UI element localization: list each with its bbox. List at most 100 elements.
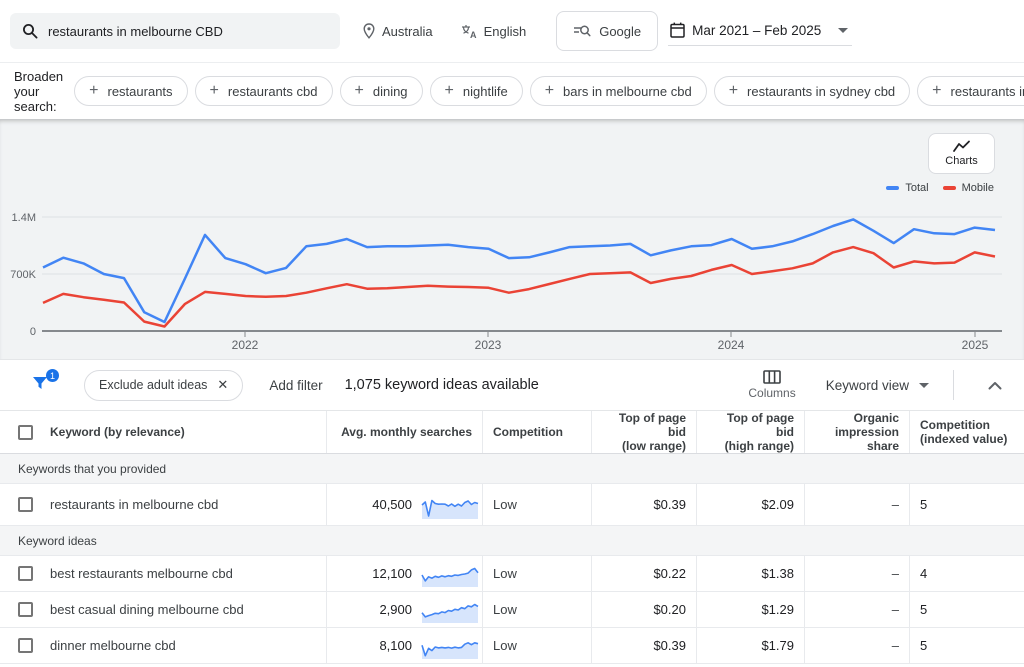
section-provided-keywords: Keywords that you provided — [0, 454, 1024, 484]
chip-label: dining — [373, 84, 408, 99]
competition-cell: Low — [483, 592, 592, 627]
header-top-bid-high[interactable]: Top of page bid (high range) — [697, 411, 805, 453]
search-icon — [22, 23, 38, 39]
top-bid-high-cell: $1.29 — [697, 592, 805, 627]
collapse-section-button[interactable] — [980, 377, 1010, 394]
trend-sparkline[interactable] — [421, 632, 479, 660]
location-label: Australia — [382, 24, 433, 39]
broaden-chip-dining[interactable]: + dining — [340, 76, 423, 106]
competition-index-cell: 4 — [910, 556, 1024, 591]
header-competition[interactable]: Competition — [483, 411, 592, 453]
header-keyword: Keyword (by relevance) — [0, 411, 327, 453]
table-row[interactable]: restaurants in melbourne cbd 40,500 Low … — [0, 484, 1024, 526]
charts-toggle-button[interactable]: Charts — [928, 133, 995, 174]
broaden-label: Broaden your search: — [14, 69, 63, 114]
language-selector[interactable]: A English — [461, 24, 527, 39]
legend-item-total[interactable]: Total — [886, 182, 928, 194]
network-label: Google — [599, 24, 641, 39]
broaden-chip-sydney[interactable]: + restaurants in sydney cbd — [714, 76, 910, 106]
plus-icon: + — [545, 83, 554, 99]
keyword-view-dropdown[interactable]: Keyword view — [826, 378, 929, 393]
table-row[interactable]: best casual dining melbourne cbd 2,900 L… — [0, 592, 1024, 628]
header-competition-index[interactable]: Competition (indexed value) — [910, 411, 1024, 453]
chip-label: restaurants in perth cbd — [951, 84, 1024, 99]
keyword-text: best casual dining melbourne cbd — [50, 602, 244, 617]
avg-searches-value: 2,900 — [379, 602, 412, 617]
header-organic-share[interactable]: Organic impression share — [805, 411, 910, 453]
row-checkbox[interactable] — [18, 638, 33, 653]
trend-chart: 1.4M 700K 0 2022 2023 2024 2025 — [0, 120, 1024, 361]
table-row[interactable]: best restaurants melbourne cbd 12,100 Lo… — [0, 556, 1024, 592]
chevron-down-icon — [838, 28, 848, 33]
columns-button[interactable]: Columns — [748, 370, 795, 400]
select-all-checkbox[interactable] — [18, 425, 33, 440]
trend-sparkline[interactable] — [421, 596, 479, 624]
top-bid-low-cell: $0.39 — [592, 484, 697, 525]
header-top-bid-low[interactable]: Top of page bid (low range) — [592, 411, 697, 453]
location-selector[interactable]: Australia — [362, 23, 433, 39]
search-input[interactable] — [48, 24, 328, 39]
avg-searches-cell: 40,500 — [327, 484, 483, 525]
avg-searches-cell: 12,100 — [327, 556, 483, 591]
section-keyword-ideas: Keyword ideas — [0, 526, 1024, 556]
charts-button-label: Charts — [945, 155, 977, 167]
keyword-search-box[interactable] — [10, 13, 340, 49]
broaden-chip-restaurants[interactable]: + restaurants — [74, 76, 187, 106]
broaden-search-bar: Broaden your search: + restaurants + res… — [0, 62, 1024, 119]
chart-legend: Total Mobile — [886, 182, 994, 194]
table-row[interactable]: dinner melbourne cbd 8,100 Low $0.39 $1.… — [0, 628, 1024, 664]
line-chart-icon — [952, 140, 972, 153]
top-bid-high-cell: $2.09 — [697, 484, 805, 525]
x-tick-2023: 2023 — [475, 338, 502, 352]
y-tick-max: 1.4M — [12, 212, 36, 224]
row-checkbox[interactable] — [18, 497, 33, 512]
add-filter-button[interactable]: Add filter — [269, 378, 322, 393]
row-checkbox[interactable] — [18, 602, 33, 617]
date-range-label: Mar 2021 – Feb 2025 — [692, 23, 821, 38]
chevron-up-icon — [988, 381, 1002, 390]
language-label: English — [484, 24, 527, 39]
broaden-chip-restaurants-cbd[interactable]: + restaurants cbd — [195, 76, 333, 106]
organic-share-cell: – — [805, 628, 910, 663]
row-checkbox[interactable] — [18, 566, 33, 581]
close-icon[interactable]: ✕ — [217, 377, 228, 393]
search-network-button[interactable]: Google — [556, 11, 658, 51]
organic-share-cell: – — [805, 484, 910, 525]
filter-count-badge: 1 — [46, 369, 59, 382]
trend-sparkline[interactable] — [421, 490, 479, 520]
broaden-chip-nightlife[interactable]: + nightlife — [430, 76, 523, 106]
top-bar: Australia A English Google — [0, 0, 1024, 62]
legend-mobile-label: Mobile — [962, 182, 994, 194]
keyword-cell: dinner melbourne cbd — [0, 628, 327, 663]
header-keyword-label: Keyword (by relevance) — [50, 425, 185, 439]
mobile-swatch — [943, 186, 956, 190]
x-tick-2022: 2022 — [232, 338, 259, 352]
mobile-series-line — [43, 247, 995, 326]
plus-icon: + — [729, 83, 738, 99]
legend-item-mobile[interactable]: Mobile — [943, 182, 994, 194]
keywords-table: Keyword (by relevance) Avg. monthly sear… — [0, 410, 1024, 664]
competition-cell: Low — [483, 628, 592, 663]
top-bid-low-cell: $0.22 — [592, 556, 697, 591]
header-avg-monthly-searches[interactable]: Avg. monthly searches — [327, 411, 483, 453]
plus-icon: + — [89, 83, 98, 99]
filter-funnel-button[interactable]: 1 — [30, 372, 56, 398]
trend-chart-section: 1.4M 700K 0 2022 2023 2024 2025 Charts T… — [0, 119, 1024, 360]
table-controls: Columns Keyword view — [748, 370, 1010, 400]
date-range-selector[interactable]: Mar 2021 – Feb 2025 — [668, 16, 852, 46]
translate-icon: A — [461, 24, 478, 39]
x-tick-2025: 2025 — [962, 338, 989, 352]
broaden-chip-perth[interactable]: + restaurants in perth cbd — [917, 76, 1024, 106]
trend-sparkline[interactable] — [421, 560, 479, 588]
calendar-icon — [670, 22, 685, 38]
plus-icon: + — [932, 83, 941, 99]
columns-label: Columns — [748, 386, 795, 400]
broaden-chip-bars-melbourne[interactable]: + bars in melbourne cbd — [530, 76, 707, 106]
keyword-ideas-count: 1,075 keyword ideas available — [345, 377, 539, 393]
keyword-text: best restaurants melbourne cbd — [50, 566, 233, 581]
exclude-adult-ideas-chip[interactable]: Exclude adult ideas ✕ — [84, 370, 243, 401]
organic-share-cell: – — [805, 592, 910, 627]
plus-icon: + — [210, 83, 219, 99]
chevron-down-icon — [919, 383, 929, 388]
chip-label: nightlife — [463, 84, 508, 99]
